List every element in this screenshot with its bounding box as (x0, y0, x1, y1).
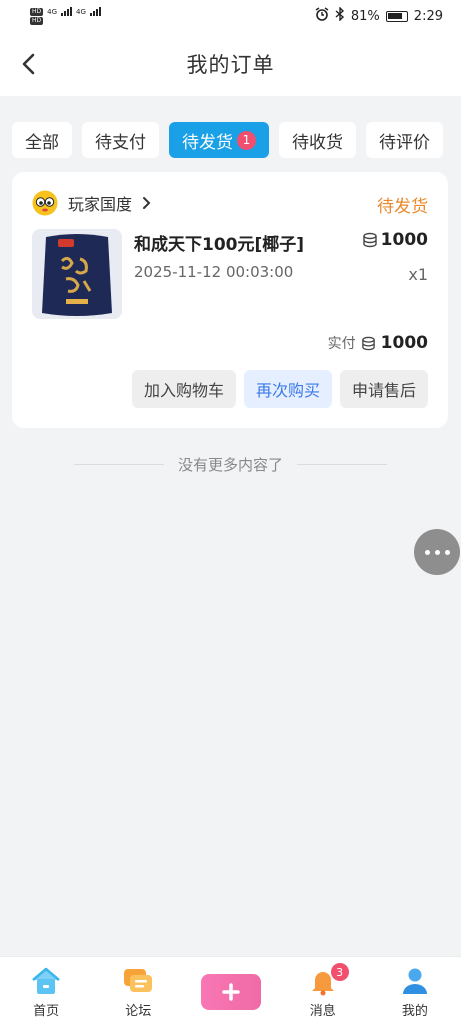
tab-label: 待支付 (95, 132, 146, 153)
tab-pending-payment[interactable]: 待支付 (82, 122, 159, 158)
nav-forum[interactable]: 论坛 (92, 957, 184, 1024)
status-bar: HD 4G 4G HD 81% 2:29 (0, 0, 461, 32)
order-tabs: 全部 待支付 待发货 1 待收货 待评价 (12, 122, 443, 158)
more-dot (434, 549, 440, 555)
bluetooth-icon (335, 6, 345, 25)
end-of-list: 没有更多内容了 (0, 454, 461, 475)
tab-all[interactable]: 全部 (12, 122, 72, 158)
paid-total: 实付 1000 (328, 333, 428, 353)
network-type-2: 4G (76, 7, 86, 16)
page-title: 我的订单 (186, 53, 275, 77)
bottom-nav: 首页 论坛 3 消息 我的 (0, 956, 461, 1024)
tab-pending-shipment[interactable]: 待发货 1 (169, 122, 269, 158)
tab-label: 全部 (25, 132, 59, 153)
floating-more-button[interactable] (414, 529, 460, 575)
battery-icon (385, 10, 408, 22)
network-type: 4G (47, 7, 58, 16)
product-image[interactable] (32, 229, 122, 319)
post-button[interactable] (200, 974, 261, 1010)
battery-percent: 81% (350, 8, 380, 24)
tab-label: 待发货 (182, 132, 233, 153)
shop-avatar-icon (32, 190, 58, 216)
shop-link[interactable]: 玩家国度 (32, 190, 151, 216)
after-sale-button[interactable]: 申请售后 (339, 370, 428, 408)
coin-icon (362, 232, 377, 248)
product-quantity: x1 (408, 265, 428, 284)
user-icon (398, 965, 432, 997)
product-name: 和成天下100元[椰子] (134, 235, 305, 255)
nav-mine[interactable]: 我的 (369, 957, 461, 1024)
home-icon (29, 965, 63, 997)
hd-icon-2: HD (30, 17, 44, 25)
forum-icon (121, 965, 155, 997)
nav-mine-label: 我的 (401, 1004, 428, 1019)
add-to-cart-button[interactable]: 加入购物车 (131, 370, 236, 408)
price-value: 1000 (380, 230, 428, 250)
order-date: 2025-11-12 00:03:00 (134, 263, 294, 281)
chevron-left-icon (22, 53, 35, 75)
product-price: 1000 (362, 230, 428, 250)
tab-pending-receipt[interactable]: 待收货 (279, 122, 356, 158)
signal-indicators: HD 4G 4G HD (30, 7, 101, 25)
paid-label: 实付 (327, 336, 356, 352)
signal-icon-2 (89, 7, 101, 16)
divider (297, 464, 387, 465)
system-indicators: 81% 2:29 (315, 6, 443, 25)
order-status: 待发货 (377, 197, 428, 217)
shop-name: 玩家国度 (68, 195, 133, 214)
clock: 2:29 (413, 8, 443, 24)
order-card[interactable]: 玩家国度 待发货 和成天下100元[椰子] 2025-11-12 00:03:0… (12, 172, 448, 428)
tab-count-badge: 1 (237, 130, 256, 150)
back-button[interactable] (14, 50, 42, 78)
alarm-icon (315, 7, 329, 25)
messages-badge: 3 (330, 963, 349, 981)
page-header: 我的订单 (0, 32, 461, 96)
tab-label: 待收货 (292, 132, 343, 153)
hd-icon: HD (30, 7, 44, 16)
plus-icon (221, 983, 240, 1001)
order-actions: 加入购物车 再次购买 申请售后 (131, 370, 428, 408)
divider (73, 464, 164, 465)
buy-again-button[interactable]: 再次购买 (243, 370, 332, 408)
signal-icon (61, 7, 73, 16)
no-more-text: 没有更多内容了 (177, 456, 283, 474)
nav-messages-label: 消息 (309, 1004, 336, 1019)
nav-home[interactable]: 首页 (0, 957, 92, 1024)
tab-pending-review[interactable]: 待评价 (366, 122, 443, 158)
nav-home-label: 首页 (33, 1004, 60, 1019)
coin-icon (361, 336, 375, 350)
more-dot (444, 549, 450, 555)
chevron-right-icon (143, 197, 151, 209)
tab-label: 待评价 (379, 132, 430, 153)
more-dots-icon (424, 549, 430, 555)
nav-post[interactable] (184, 957, 276, 1024)
nav-messages[interactable]: 3 消息 (277, 957, 369, 1024)
paid-amount: 1000 (380, 333, 428, 353)
nav-forum-label: 论坛 (125, 1004, 152, 1019)
